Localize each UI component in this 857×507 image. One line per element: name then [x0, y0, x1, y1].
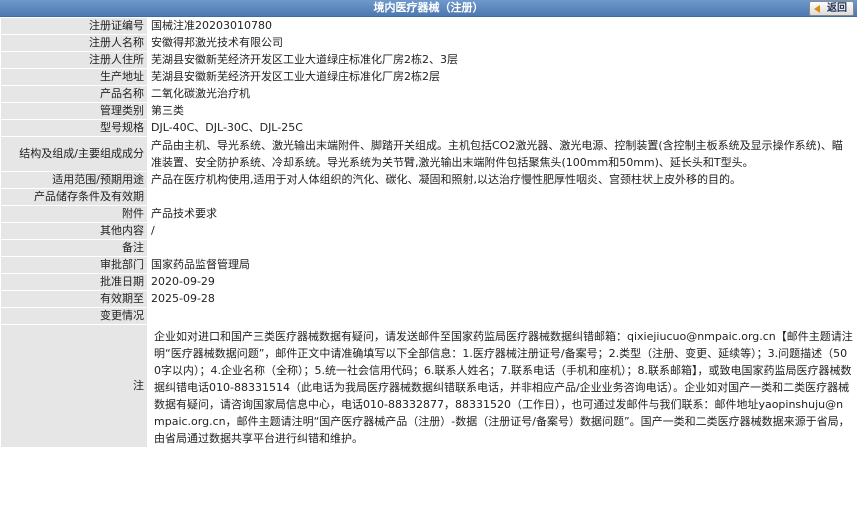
- note-text: 企业如对进口和国产三类医疗器械数据有疑问，请发送邮件至国家药监局医疗器械数据纠错…: [147, 324, 857, 448]
- field-value: [147, 188, 857, 206]
- field-label: 有效期至: [0, 290, 148, 308]
- field-value: [147, 307, 857, 325]
- table-row-product-name: 产品名称 二氧化碳激光治疗机: [0, 85, 857, 103]
- field-label: 生产地址: [0, 68, 148, 86]
- field-label: 注册人名称: [0, 34, 148, 52]
- table-row-structure: 结构及组成/主要组成成分 产品由主机、导光系统、激光输出末端附件、脚踏开关组成。…: [0, 136, 857, 172]
- field-label: 注: [0, 324, 148, 448]
- field-label: 管理类别: [0, 102, 148, 120]
- table-row-intended-use: 适用范围/预期用途 产品在医疗机构使用,适用于对人体组织的汽化、碳化、凝固和照射…: [0, 171, 857, 189]
- field-label: 审批部门: [0, 256, 148, 274]
- table-row-note: 注 企业如对进口和国产三类医疗器械数据有疑问，请发送邮件至国家药监局医疗器械数据…: [0, 324, 857, 448]
- field-value: 国家药品监督管理局: [147, 256, 857, 274]
- table-row-valid-until: 有效期至 2025-09-28: [0, 290, 857, 308]
- field-value: 安徽得邦激光技术有限公司: [147, 34, 857, 52]
- field-label: 结构及组成/主要组成成分: [0, 136, 148, 172]
- back-button-label: 返回: [827, 3, 847, 14]
- table-row-attachment: 附件 产品技术要求: [0, 205, 857, 223]
- field-label: 变更情况: [0, 307, 148, 325]
- table-row-approval-date: 批准日期 2020-09-29: [0, 273, 857, 291]
- table-row-other: 其他内容 /: [0, 222, 857, 240]
- field-value: 国械注准20203010780: [147, 17, 857, 35]
- field-value: 产品由主机、导光系统、激光输出末端附件、脚踏开关组成。主机包括CO2激光器、激光…: [147, 136, 857, 172]
- device-info-table: 注册证编号 国械注准20203010780 注册人名称 安徽得邦激光技术有限公司…: [0, 17, 857, 448]
- table-row-remarks: 备注: [0, 239, 857, 257]
- field-value: 二氧化碳激光治疗机: [147, 85, 857, 103]
- field-value: [147, 239, 857, 257]
- field-value: /: [147, 222, 857, 240]
- field-label: 附件: [0, 205, 148, 223]
- field-label: 备注: [0, 239, 148, 257]
- table-row-management-class: 管理类别 第三类: [0, 102, 857, 120]
- table-row-changes: 变更情况: [0, 307, 857, 325]
- field-value: 芜湖县安徽新芜经济开发区工业大道绿庄标准化厂房2栋2、3层: [147, 51, 857, 69]
- field-value: 产品在医疗机构使用,适用于对人体组织的汽化、碳化、凝固和照射,以达治疗慢性肥厚性…: [147, 171, 857, 189]
- field-label: 批准日期: [0, 273, 148, 291]
- field-value: 2020-09-29: [147, 273, 857, 291]
- table-row-storage: 产品储存条件及有效期: [0, 188, 857, 206]
- table-row-approval-dept: 审批部门 国家药品监督管理局: [0, 256, 857, 274]
- field-value: 第三类: [147, 102, 857, 120]
- page-header: 境内医疗器械（注册） 返回: [0, 0, 857, 17]
- field-value: 2025-09-28: [147, 290, 857, 308]
- field-label: 适用范围/预期用途: [0, 171, 148, 189]
- table-row-registrant-address: 注册人住所 芜湖县安徽新芜经济开发区工业大道绿庄标准化厂房2栋2、3层: [0, 51, 857, 69]
- field-value: 产品技术要求: [147, 205, 857, 223]
- table-row-production-address: 生产地址 芜湖县安徽新芜经济开发区工业大道绿庄标准化厂房2栋2层: [0, 68, 857, 86]
- field-label: 注册人住所: [0, 51, 148, 69]
- back-button[interactable]: 返回: [809, 1, 854, 16]
- table-row-model-spec: 型号规格 DJL-40C、DJL-30C、DJL-25C: [0, 119, 857, 137]
- field-label: 型号规格: [0, 119, 148, 137]
- table-row-registrant-name: 注册人名称 安徽得邦激光技术有限公司: [0, 34, 857, 52]
- field-label: 产品储存条件及有效期: [0, 188, 148, 206]
- page-title: 境内医疗器械（注册）: [373, 1, 484, 14]
- field-label: 其他内容: [0, 222, 148, 240]
- field-label: 注册证编号: [0, 17, 148, 35]
- field-value: 芜湖县安徽新芜经济开发区工业大道绿庄标准化厂房2栋2层: [147, 68, 857, 86]
- field-label: 产品名称: [0, 85, 148, 103]
- field-value: DJL-40C、DJL-30C、DJL-25C: [147, 119, 857, 137]
- back-arrow-icon: [814, 4, 823, 13]
- table-row-registration-number: 注册证编号 国械注准20203010780: [0, 17, 857, 35]
